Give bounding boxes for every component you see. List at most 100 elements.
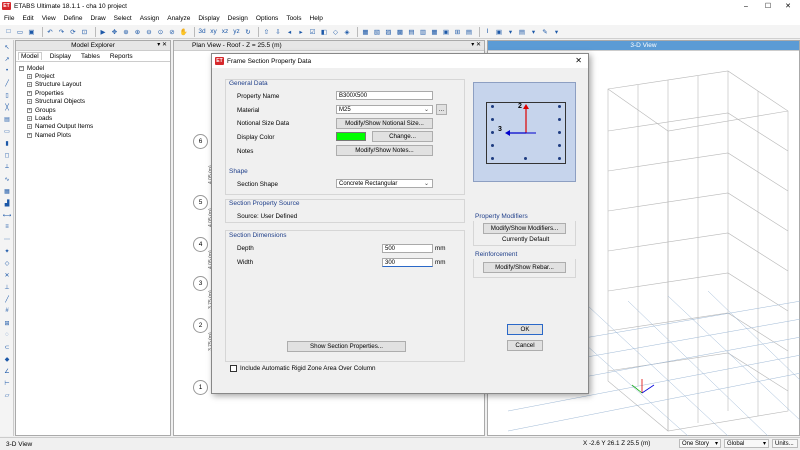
width-input[interactable]: 300 xyxy=(382,258,433,267)
tree-item[interactable]: + Structural Objects xyxy=(19,98,167,106)
draw-joint-icon[interactable]: • xyxy=(2,66,12,76)
zoom-out-icon[interactable]: ⊖ xyxy=(145,27,154,36)
show-deformed-icon[interactable]: ▧ xyxy=(373,27,382,36)
tree-item[interactable]: + Groups xyxy=(19,106,167,114)
snap-end-icon[interactable]: ✦ xyxy=(2,246,12,256)
notes-button[interactable]: Modify/Show Notes... xyxy=(336,145,433,156)
lock-icon[interactable]: ⊡ xyxy=(80,27,89,36)
redo-icon[interactable]: ↷ xyxy=(57,27,66,36)
view-3d-icon[interactable]: 3d xyxy=(198,27,207,36)
display-options-icon[interactable]: ☑ xyxy=(308,27,317,36)
undo-icon[interactable]: ↶ xyxy=(46,27,55,36)
dialog-close-icon[interactable]: ✕ xyxy=(575,56,582,65)
draw-tendon-icon[interactable]: ∿ xyxy=(2,174,12,184)
menu-options[interactable]: Options xyxy=(256,15,278,22)
story-dropdown[interactable]: One Story ▾ xyxy=(679,439,721,448)
tree-item[interactable]: + Named Plots xyxy=(19,131,167,139)
view-yz-icon[interactable]: yz xyxy=(232,27,241,36)
expand-icon[interactable]: + xyxy=(27,74,32,80)
expand-icon[interactable]: + xyxy=(27,132,32,138)
show-forces-icon[interactable]: ▨ xyxy=(384,27,393,36)
modify-rebar-button[interactable]: Modify/Show Rebar... xyxy=(483,262,566,273)
notional-size-button[interactable]: Modify/Show Notional Size... xyxy=(336,118,433,129)
shape-icon[interactable]: ◆ xyxy=(2,354,12,364)
save-icon[interactable]: ▣ xyxy=(27,27,36,36)
labels-icon[interactable]: ⊞ xyxy=(453,27,462,36)
tab-display[interactable]: Display xyxy=(48,53,73,60)
draw-opening-icon[interactable]: ◻ xyxy=(2,150,12,160)
coordinate-system-dropdown[interactable]: Global ▾ xyxy=(724,439,769,448)
draw-pen-icon[interactable]: ✎ xyxy=(541,27,550,36)
new-file-icon[interactable]: □ xyxy=(4,27,13,36)
zoom-previous-icon[interactable]: ⊘ xyxy=(168,27,177,36)
draw-stairs-icon[interactable]: ▟ xyxy=(2,198,12,208)
design-icon[interactable]: ▥ xyxy=(419,27,428,36)
expand-icon[interactable]: + xyxy=(27,82,32,88)
tree-item[interactable]: + Named Output Items xyxy=(19,123,167,131)
open-folder-icon[interactable]: ▭ xyxy=(16,27,25,36)
change-color-button[interactable]: Change... xyxy=(372,131,433,142)
tree-item[interactable]: + Structure Layout xyxy=(19,81,167,89)
select-frame-icon[interactable]: ▣ xyxy=(495,27,504,36)
extrude-icon[interactable]: ◈ xyxy=(343,27,352,36)
tab-reports[interactable]: Reports xyxy=(108,53,135,60)
prev-story-icon[interactable]: ◂ xyxy=(285,27,294,36)
snap-off-icon[interactable]: ◌ xyxy=(2,330,12,340)
menu-view[interactable]: View xyxy=(42,15,56,22)
next-story-icon[interactable]: ▸ xyxy=(297,27,306,36)
menu-tools[interactable]: Tools xyxy=(286,15,301,22)
select-area-dropdown-icon[interactable]: ▾ xyxy=(529,27,538,36)
section-shape-select[interactable]: Concrete Rectangular ⌄ xyxy=(336,179,433,188)
pane-pin-close-icon[interactable]: ▾ ✕ xyxy=(157,41,167,48)
menu-define[interactable]: Define xyxy=(64,15,83,22)
minimize-button[interactable]: – xyxy=(736,0,756,12)
menu-display[interactable]: Display xyxy=(198,15,219,22)
measure-icon[interactable]: ✋ xyxy=(179,27,188,36)
draw-column-icon[interactable]: ▯ xyxy=(2,90,12,100)
pointer-icon[interactable]: ↖ xyxy=(2,42,12,52)
measure-length-icon[interactable]: ⊢ xyxy=(2,378,12,388)
color-icon[interactable]: ◧ xyxy=(320,27,329,36)
select-area-icon[interactable]: ▤ xyxy=(518,27,527,36)
grid-icon[interactable]: ▣ xyxy=(442,27,451,36)
rotate-icon[interactable]: ↻ xyxy=(244,27,253,36)
material-select[interactable]: M25 ⌄ xyxy=(336,105,433,114)
show-undeformed-icon[interactable]: ▦ xyxy=(361,27,370,36)
tree-item[interactable]: + Project xyxy=(19,72,167,80)
zoom-all-icon[interactable]: ⊙ xyxy=(156,27,165,36)
draw-floor-icon[interactable]: ▭ xyxy=(2,126,12,136)
show-stress-icon[interactable]: ▩ xyxy=(396,27,405,36)
reinforcement-icon[interactable]: ▦ xyxy=(430,27,439,36)
draw-link-icon[interactable]: ⟂ xyxy=(2,162,12,172)
reshape-icon[interactable]: ↗ xyxy=(2,54,12,64)
refresh-icon[interactable]: ⟳ xyxy=(69,27,78,36)
report-icon[interactable]: ▤ xyxy=(465,27,474,36)
menu-design[interactable]: Design xyxy=(228,15,248,22)
snap-line-icon[interactable]: ╱ xyxy=(2,294,12,304)
run-analysis-icon[interactable]: ▶ xyxy=(99,27,108,36)
draw-brace-icon[interactable]: ╳ xyxy=(2,102,12,112)
units-button[interactable]: Units... xyxy=(772,439,798,448)
maximize-button[interactable]: ☐ xyxy=(758,0,778,12)
property-name-input[interactable]: B300X500 xyxy=(336,91,433,100)
show-tables-icon[interactable]: ▤ xyxy=(407,27,416,36)
menu-assign[interactable]: Assign xyxy=(140,15,160,22)
draw-slab-icon[interactable]: ▦ xyxy=(2,186,12,196)
snap-middle-icon[interactable]: ◇ xyxy=(2,258,12,268)
modify-modifiers-button[interactable]: Modify/Show Modifiers... xyxy=(483,223,566,234)
view-plan-icon[interactable]: xy xyxy=(209,27,218,36)
expand-icon[interactable]: + xyxy=(27,107,32,113)
draw-wall-icon[interactable]: ▮ xyxy=(2,138,12,148)
menu-select[interactable]: Select xyxy=(114,15,132,22)
snap-fine-grid-icon[interactable]: ⊞ xyxy=(2,318,12,328)
select-dropdown-icon[interactable]: ▾ xyxy=(506,27,515,36)
close-button[interactable]: ✕ xyxy=(778,0,798,12)
cancel-button[interactable]: Cancel xyxy=(507,340,543,351)
material-browse-button[interactable]: ... xyxy=(436,104,447,115)
menu-edit[interactable]: Edit xyxy=(22,15,33,22)
ok-button[interactable]: OK xyxy=(507,324,543,335)
menu-draw[interactable]: Draw xyxy=(90,15,105,22)
collapse-icon[interactable]: − xyxy=(19,65,24,71)
measure-area-icon[interactable]: ▱ xyxy=(2,390,12,400)
pan-icon[interactable]: ✥ xyxy=(110,27,119,36)
